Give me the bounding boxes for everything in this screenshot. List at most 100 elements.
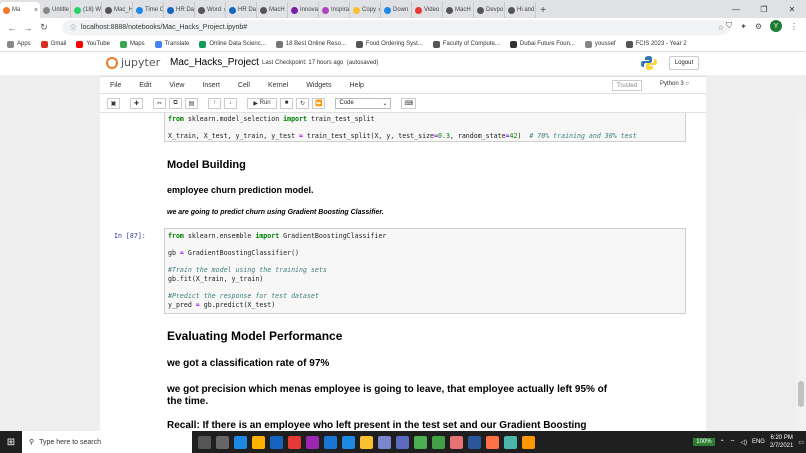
taskbar-app-icon[interactable] [450, 435, 463, 449]
taskbar-app-icon[interactable] [198, 435, 211, 449]
bookmark-item[interactable]: youssef [584, 40, 616, 48]
browser-tab[interactable]: Untitle× [40, 2, 71, 18]
browser-tab[interactable]: (18) W× [71, 2, 102, 18]
browser-tab[interactable]: Down× [381, 2, 412, 18]
browser-tab[interactable]: Word× [195, 2, 226, 18]
bookmark-star-icon[interactable]: ☆ [718, 24, 724, 32]
avatar[interactable]: Y [770, 20, 782, 32]
bookmark-item[interactable]: Translate [154, 40, 189, 48]
menu-item-file[interactable]: File [110, 82, 121, 89]
chevron-up-icon[interactable]: ⌃ [720, 439, 725, 446]
bookmark-item[interactable]: Dubai Future Foun... [509, 40, 575, 48]
browser-tab[interactable]: HR Da× [226, 2, 257, 18]
menu-kebab-icon[interactable]: ⋮ [790, 22, 798, 31]
taskbar-search[interactable]: ⚲ Type here to search [22, 431, 192, 453]
code-cell-gradient-boosting[interactable]: from sklearn.ensemble import GradientBoo… [164, 228, 686, 314]
browser-tab[interactable]: Devpo× [474, 2, 505, 18]
back-icon[interactable]: ← [4, 23, 20, 33]
browser-tab[interactable]: MacH× [443, 2, 474, 18]
keyboard-icon[interactable]: ⌨ [401, 97, 417, 109]
paste-icon[interactable]: ▤ [185, 97, 198, 109]
save-icon[interactable]: ▣ [107, 97, 120, 109]
minimize-button[interactable]: — [722, 0, 750, 18]
page-scrollbar[interactable] [796, 113, 806, 431]
language-indicator[interactable]: ENG [752, 439, 765, 445]
bookmark-item[interactable]: FCIS 2023 - Year 2 [625, 40, 687, 48]
browser-tab[interactable]: Mac_H× [102, 2, 133, 18]
taskbar-app-icon[interactable] [504, 435, 517, 449]
close-window-button[interactable]: ✕ [778, 0, 806, 18]
browser-tab[interactable]: Video× [412, 2, 443, 18]
bookmark-item[interactable]: Online Data Scienc... [199, 40, 266, 48]
jupyter-logo[interactable]: jupyter [106, 56, 160, 69]
taskbar-app-icon[interactable] [396, 435, 409, 449]
shield-icon[interactable]: ⛉ [726, 21, 732, 31]
taskbar-app-icon[interactable] [522, 435, 535, 449]
logout-button[interactable]: Logout [669, 56, 699, 70]
menu-item-edit[interactable]: Edit [139, 82, 151, 89]
browser-tab[interactable]: Ma × [0, 2, 40, 18]
menu-item-cell[interactable]: Cell [238, 82, 250, 89]
taskbar-app-icon[interactable] [378, 435, 391, 449]
restart-icon[interactable]: ↻ [296, 97, 309, 109]
taskbar-app-icon[interactable] [270, 435, 283, 449]
menu-item-view[interactable]: View [169, 82, 184, 89]
move-down-icon[interactable]: ↓ [224, 97, 237, 109]
menu-item-insert[interactable]: Insert [202, 82, 220, 89]
cell-type-select[interactable]: Code ⌄ [335, 97, 392, 109]
maximize-button[interactable]: ❐ [750, 0, 778, 18]
taskbar-app-icon[interactable] [342, 435, 355, 449]
taskbar-app-icon[interactable] [414, 435, 427, 449]
bookmark-item[interactable]: YouTube [76, 40, 110, 48]
bookmark-item[interactable]: Maps [119, 40, 145, 48]
taskbar-app-icon[interactable] [306, 435, 319, 449]
bookmark-item[interactable]: Food Ordering Syst... [355, 40, 423, 48]
browser-tab[interactable]: HR Da× [164, 2, 195, 18]
move-up-icon[interactable]: ↑ [208, 97, 221, 109]
insert-cell-icon[interactable]: ✚ [130, 97, 143, 109]
menu-item-help[interactable]: Help [350, 82, 364, 89]
cut-icon[interactable]: ✂ [153, 97, 166, 109]
taskbar-app-icon[interactable] [216, 435, 229, 449]
browser-tab[interactable]: Hi and× [505, 2, 536, 18]
new-tab-button[interactable]: + [536, 2, 550, 18]
taskbar-app-icon[interactable] [234, 435, 247, 449]
bookmark-item[interactable]: 18 Best Online Reso... [275, 40, 346, 48]
taskbar-app-icon[interactable] [432, 435, 445, 449]
browser-tab[interactable]: MacH× [257, 2, 288, 18]
restart-run-all-icon[interactable]: ⏩ [312, 97, 326, 109]
forward-icon[interactable]: → [20, 23, 36, 33]
reload-icon[interactable]: ↻ [36, 22, 52, 33]
browser-tab[interactable]: Copy× [350, 2, 381, 18]
menu-item-kernel[interactable]: Kernel [268, 82, 288, 89]
notebook-title[interactable]: Mac_Hacks_Project [170, 57, 259, 68]
run-button[interactable]: ▶ Run [247, 97, 277, 109]
info-icon[interactable]: ⓘ [70, 23, 76, 32]
network-icon[interactable]: ⌔ [730, 438, 736, 446]
taskbar-app-icon[interactable] [324, 435, 337, 449]
taskbar-app-icon[interactable] [360, 435, 373, 449]
notification-icon[interactable]: ▭ [798, 439, 804, 446]
taskbar-app-icon[interactable] [486, 435, 499, 449]
puzzle-icon[interactable]: ⚙ [755, 22, 762, 31]
stop-icon[interactable]: ■ [280, 97, 293, 109]
copy-icon[interactable]: ⧉ [169, 97, 182, 109]
browser-tab[interactable]: Time C× [133, 2, 164, 18]
url-field[interactable]: ⓘ localhost:8888/notebooks/Mac_Hacks_Pro… [62, 20, 730, 35]
trusted-indicator[interactable]: Trusted [612, 80, 642, 91]
menu-item-widgets[interactable]: Widgets [306, 82, 331, 89]
clock[interactable]: 6:20 PM 2/7/2021 [770, 434, 793, 450]
battery-indicator[interactable]: 100% [693, 438, 715, 446]
browser-tab[interactable]: Inspira× [319, 2, 350, 18]
taskbar-app-icon[interactable] [288, 435, 301, 449]
scrollbar-thumb[interactable] [798, 381, 804, 407]
extension-icon[interactable]: ✦ [740, 22, 747, 31]
windows-start-icon[interactable]: ⊞ [0, 431, 22, 453]
browser-tab[interactable]: Innova× [288, 2, 319, 18]
bookmark-item[interactable]: Apps [7, 40, 31, 48]
code-cell-split[interactable]: from sklearn.model_selection import trai… [164, 113, 686, 142]
taskbar-app-icon[interactable] [468, 435, 481, 449]
taskbar-app-icon[interactable] [252, 435, 265, 449]
bookmark-item[interactable]: Faculty of Compute... [432, 40, 500, 48]
bookmark-item[interactable]: Gmail [40, 40, 66, 48]
